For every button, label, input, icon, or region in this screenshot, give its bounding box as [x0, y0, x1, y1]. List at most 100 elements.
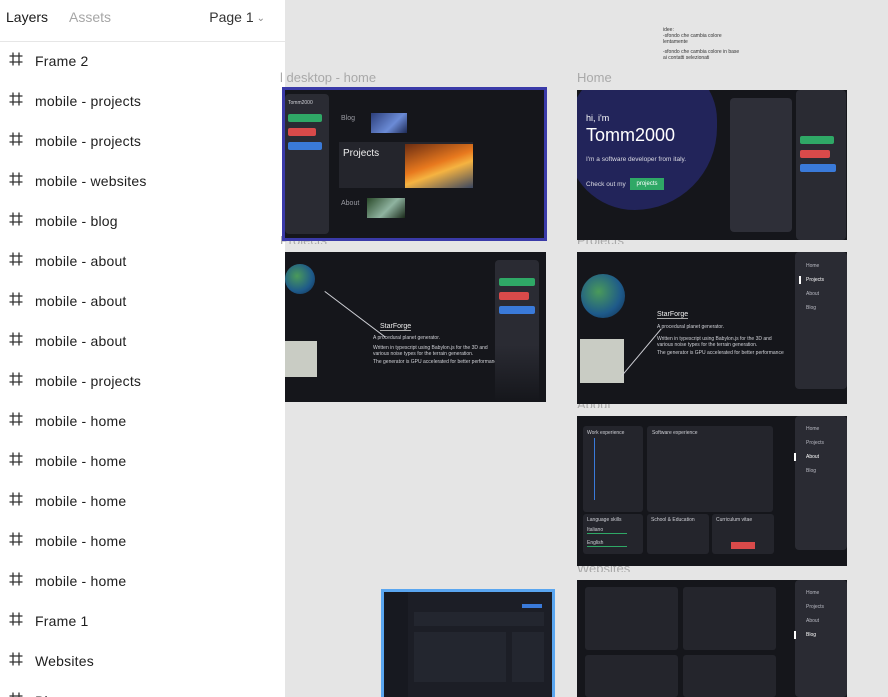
sidebar-user: Tomm2000: [288, 100, 313, 106]
frame-icon: [8, 251, 24, 267]
frame-icon: [8, 171, 24, 187]
work-experience-title: Work experience: [587, 430, 625, 436]
planet-image: [285, 264, 315, 294]
frame-icon: [8, 451, 24, 467]
contact-pill-green[interactable]: [288, 114, 322, 122]
connector-line: [324, 291, 386, 338]
nav-blog[interactable]: Blog: [806, 468, 816, 474]
layer-item[interactable]: mobile - home: [0, 561, 285, 601]
contact-pill-blue[interactable]: [288, 142, 322, 150]
software-experience-card: [647, 426, 773, 512]
frame-icon: [8, 211, 24, 227]
contact-pill-green[interactable]: [800, 136, 834, 144]
layer-item[interactable]: mobile - blog: [0, 201, 285, 241]
layer-item[interactable]: mobile - home: [0, 441, 285, 481]
frame-projects-right[interactable]: StarForge A procedural planet generator.…: [577, 252, 847, 404]
timeline: [594, 438, 595, 500]
website-card[interactable]: [585, 655, 678, 697]
layers-panel: Layers Assets Page 1 ⌄ Frame 2 mobile - pr…: [0, 0, 285, 697]
home-panel: [730, 98, 792, 232]
layer-item[interactable]: mobile - home: [0, 521, 285, 561]
nav-home[interactable]: Home: [806, 590, 819, 596]
frame-projects-left[interactable]: StarForge A procedural planet generator.…: [285, 252, 546, 402]
website-card[interactable]: [683, 587, 776, 650]
dashboard-screenshot[interactable]: [381, 589, 555, 697]
contact-pill-red[interactable]: [800, 150, 830, 158]
dashboard-button[interactable]: [522, 604, 542, 608]
contact-pill-green[interactable]: [499, 278, 535, 286]
frame-icon: [8, 491, 24, 507]
layer-item[interactable]: mobile - about: [0, 241, 285, 281]
layer-item[interactable]: mobile - projects: [0, 121, 285, 161]
chevron-down-icon: ⌄: [256, 13, 265, 24]
layer-name: Websites: [35, 653, 94, 669]
website-card[interactable]: [585, 587, 678, 650]
layer-item[interactable]: mobile - home: [0, 401, 285, 441]
contact-pill-red[interactable]: [288, 128, 316, 136]
layer-item[interactable]: Frame 2: [0, 41, 285, 81]
connector-line: [621, 328, 662, 377]
frame-label-desktop-home[interactable]: l desktop - home: [280, 70, 376, 85]
frame-icon: [8, 51, 24, 67]
layer-item[interactable]: Bl...: [0, 681, 285, 697]
layer-list: Frame 2 mobile - projects mobile - project…: [0, 41, 285, 697]
nav-projects[interactable]: Projects: [806, 604, 824, 610]
frame-icon: [8, 131, 24, 147]
tab-assets[interactable]: Assets: [69, 9, 111, 25]
language-bar: [587, 546, 627, 547]
dashboard-stats: [414, 612, 544, 626]
work-experience-card: [583, 426, 643, 512]
frame-desktop-home[interactable]: Tomm2000 Blog Projects About: [282, 87, 547, 241]
download-cv-button[interactable]: [731, 542, 755, 549]
frame-label-home[interactable]: Home: [577, 70, 612, 85]
projects-button[interactable]: projects: [630, 178, 664, 190]
nav-blog[interactable]: Blog: [806, 305, 816, 311]
nav-projects[interactable]: Projects: [343, 148, 379, 159]
nav-projects[interactable]: Projects: [806, 277, 824, 283]
nav-blog[interactable]: Blog: [341, 115, 355, 122]
layer-item[interactable]: mobile - about: [0, 321, 285, 361]
frame-websites[interactable]: Home Projects About Blog: [577, 580, 847, 697]
nav-about[interactable]: About: [806, 454, 819, 460]
contact-pill-blue[interactable]: [800, 164, 836, 172]
map-thumbnail: [580, 339, 624, 383]
dashboard-gauges: [512, 632, 544, 682]
layer-name: mobile - home: [35, 493, 127, 509]
layer-item[interactable]: Frame 1: [0, 601, 285, 641]
frame-icon: [8, 331, 24, 347]
layer-name: Frame 2: [35, 53, 89, 69]
nav-about[interactable]: About: [806, 618, 819, 624]
layer-name: mobile - blog: [35, 213, 118, 229]
software-experience-title: Software experience: [652, 430, 698, 436]
layer-item[interactable]: mobile - projects: [0, 81, 285, 121]
layer-item[interactable]: mobile - websites: [0, 161, 285, 201]
language-title: Language skills: [587, 517, 622, 523]
dashboard-sidebar: [384, 592, 408, 697]
contact-pill-red[interactable]: [499, 292, 529, 300]
contact-pill-blue[interactable]: [499, 306, 535, 314]
frame-home[interactable]: hi, i'm Tomm2000 I'm a software develope…: [577, 90, 847, 240]
layer-name: Bl...: [35, 693, 60, 697]
layer-item[interactable]: mobile - home: [0, 481, 285, 521]
nav-blog[interactable]: Blog: [806, 632, 816, 638]
tab-layers[interactable]: Layers: [6, 9, 48, 25]
nav-projects[interactable]: Projects: [806, 440, 824, 446]
layer-item[interactable]: mobile - projects: [0, 361, 285, 401]
nav-about[interactable]: About: [341, 200, 359, 207]
layer-item[interactable]: Websites: [0, 641, 285, 681]
project-desc: various noise types for the terrain gene…: [373, 351, 474, 357]
nav-home[interactable]: Home: [806, 263, 819, 269]
nav-about[interactable]: About: [806, 291, 819, 297]
frame-about[interactable]: Work experience Software experience Lang…: [577, 416, 847, 566]
website-card[interactable]: [683, 655, 776, 697]
nav-home[interactable]: Home: [806, 426, 819, 432]
nav-sidebar: [795, 252, 847, 389]
active-indicator: [794, 631, 796, 639]
page-selector[interactable]: Page 1 ⌄: [209, 9, 265, 25]
hero-blob: [577, 90, 717, 210]
layer-item[interactable]: mobile - about: [0, 281, 285, 321]
layer-name: mobile - websites: [35, 173, 147, 189]
project-desc: The generator is GPU accelerated for bet…: [373, 359, 500, 365]
note-text: idee: -sfondo che cambia colore lentamen…: [663, 27, 739, 61]
frame-icon: [8, 611, 24, 627]
